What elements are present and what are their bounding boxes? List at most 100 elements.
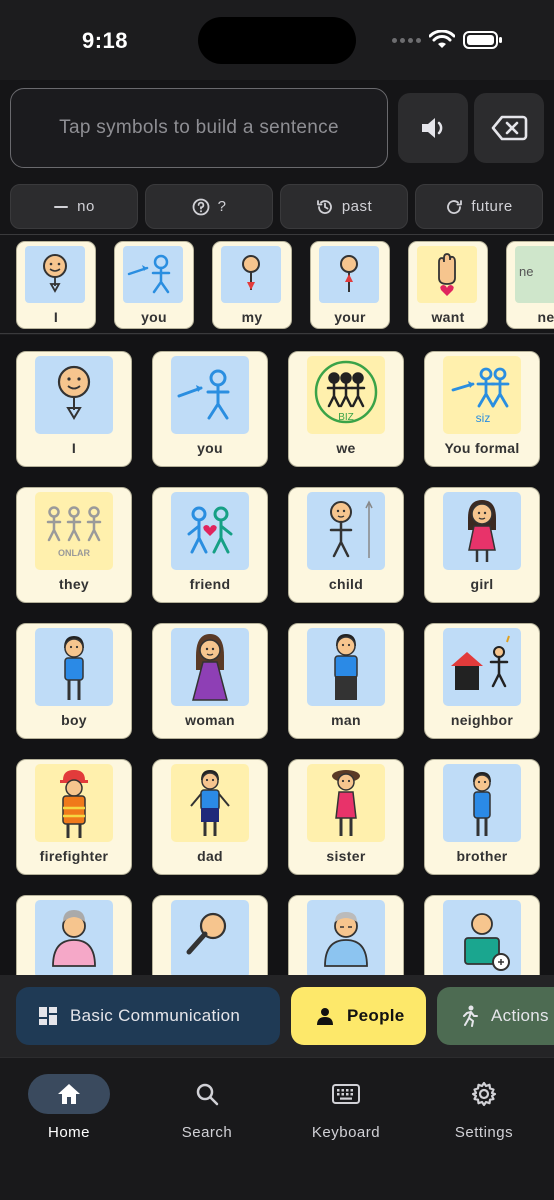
symbol-tile-boy[interactable]: boy (16, 623, 132, 739)
speaker-icon (422, 118, 443, 138)
symbol-tile-label: child (328, 576, 364, 592)
quick-symbol-strip: I you my your want ne ne (0, 234, 554, 334)
child-icon (307, 492, 385, 570)
category-label: Actions (491, 1006, 549, 1025)
symbol-tile-teacher[interactable] (424, 895, 540, 975)
strip-item-you[interactable]: you (114, 241, 194, 329)
symbol-tile-we[interactable]: BIZ we (288, 351, 404, 467)
symbol-tile-sister[interactable]: sister (288, 759, 404, 875)
symbol-tile-baby[interactable] (152, 895, 268, 975)
running-person-icon (463, 1005, 478, 1027)
teacher-icon (443, 900, 521, 975)
backspace-button[interactable] (474, 93, 544, 163)
symbol-tile-firefighter[interactable]: firefighter (16, 759, 132, 875)
nav-home[interactable]: Home (9, 1074, 129, 1154)
nav-search[interactable]: Search (147, 1074, 267, 1154)
symbol-grid: I you BIZ we siz You formal ONLAR they f… (0, 335, 554, 975)
symbol-tile-label: you (197, 440, 223, 456)
strip-item-ne[interactable]: ne ne (506, 241, 554, 329)
category-actions[interactable]: Actions (437, 987, 554, 1045)
brother-icon (443, 764, 521, 842)
strip-item-label: I (53, 309, 59, 325)
caption-text: ONLAR (58, 548, 90, 558)
modifier-bar: no ? past future (0, 180, 554, 234)
symbol-tile-label: You formal (444, 440, 520, 456)
neighbor-icon (443, 628, 521, 706)
strip-item-my[interactable]: my (212, 241, 292, 329)
strip-item-label: you (141, 309, 167, 325)
symbol-tile-child[interactable]: child (288, 487, 404, 603)
modifier-label: past (341, 198, 373, 215)
category-label: Basic Communication (70, 1006, 241, 1025)
symbol-ne-icon: ne (515, 246, 554, 303)
nav-label: Settings (454, 1124, 514, 1141)
settings-icon-pill (443, 1074, 525, 1114)
symbol-tile-they[interactable]: ONLAR they (16, 487, 132, 603)
category-people[interactable]: People (291, 987, 426, 1045)
symbol-tile-girl[interactable]: girl (424, 487, 540, 603)
strip-item-label: ne (537, 309, 554, 325)
backspace-icon (491, 115, 528, 141)
home-icon (58, 1084, 80, 1104)
wifi-icon (429, 30, 455, 48)
pronoun-i-icon (35, 356, 113, 434)
pronoun-they-icon: ONLAR (35, 492, 113, 570)
modifier-future-button[interactable]: future (415, 184, 543, 229)
symbol-tile-label: neighbor (450, 712, 514, 728)
signal-icon (392, 37, 421, 43)
modifier-no-button[interactable]: no (10, 184, 138, 229)
strip-item-your[interactable]: your (310, 241, 390, 329)
app-root: 9:18 Tap symbols to build a sentence no … (0, 0, 554, 1200)
strip-item-label: my (241, 309, 263, 325)
symbol-tile-man[interactable]: man (288, 623, 404, 739)
firefighter-icon (35, 764, 113, 842)
dad-icon (171, 764, 249, 842)
symbol-tile-label: I (71, 440, 77, 456)
symbol-tile-label: we (336, 440, 356, 456)
symbol-tile-you-formal[interactable]: siz You formal (424, 351, 540, 467)
grandmother-icon (35, 900, 113, 975)
sentence-field[interactable]: Tap symbols to build a sentence (10, 88, 388, 168)
symbol-tile-label: man (331, 712, 361, 728)
modifier-label: future (471, 198, 513, 215)
keyboard-icon (332, 1084, 360, 1104)
symbol-tile-label: dad (197, 848, 223, 864)
pronoun-you-icon (123, 246, 183, 303)
search-icon (196, 1083, 219, 1106)
category-basic-communication[interactable]: Basic Communication (16, 987, 280, 1045)
nav-keyboard[interactable]: Keyboard (286, 1074, 406, 1154)
symbol-tile-you[interactable]: you (152, 351, 268, 467)
symbol-tile-label: friend (189, 576, 231, 592)
symbol-tile-i[interactable]: I (16, 351, 132, 467)
nav-label: Home (47, 1124, 90, 1141)
symbol-tile-label: brother (456, 848, 508, 864)
symbol-tile-dad[interactable]: dad (152, 759, 268, 875)
nav-settings[interactable]: Settings (424, 1074, 544, 1154)
symbol-tile-label: they (59, 576, 89, 592)
speak-button[interactable] (398, 93, 468, 163)
symbol-tile-brother[interactable]: brother (424, 759, 540, 875)
symbol-tile-label: boy (61, 712, 87, 728)
symbol-tile-grandfather[interactable] (288, 895, 404, 975)
symbol-tile-neighbor[interactable]: neighbor (424, 623, 540, 739)
modifier-question-button[interactable]: ? (145, 184, 273, 229)
grandfather-icon (307, 900, 385, 975)
want-icon (417, 246, 477, 303)
pronoun-you-formal-icon: siz (443, 356, 521, 434)
symbol-tile-label: woman (185, 712, 235, 728)
sister-icon (307, 764, 385, 842)
minus-icon (54, 205, 69, 208)
strip-item-i[interactable]: I (16, 241, 96, 329)
bottom-navigation: Home Search Keyboard Settings (0, 1057, 554, 1200)
strip-item-want[interactable]: want (408, 241, 488, 329)
symbol-tile-grandmother[interactable] (16, 895, 132, 975)
symbol-tile-woman[interactable]: woman (152, 623, 268, 739)
search-icon-pill (166, 1074, 248, 1114)
dynamic-island (198, 17, 356, 64)
man-icon (307, 628, 385, 706)
symbol-tile-friend[interactable]: friend (152, 487, 268, 603)
modifier-past-button[interactable]: past (280, 184, 408, 229)
question-circle-icon (192, 198, 209, 215)
caption-text: BIZ (338, 412, 354, 423)
history-icon (316, 199, 332, 214)
